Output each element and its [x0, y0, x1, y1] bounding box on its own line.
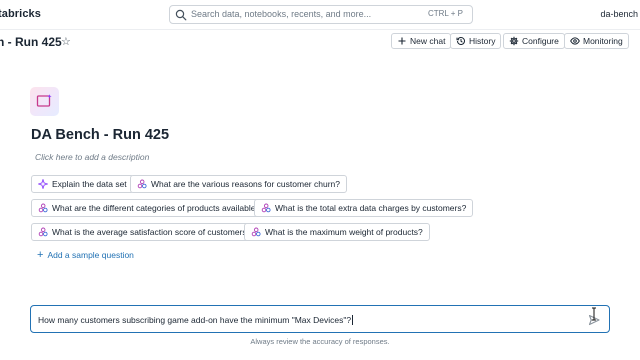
sample-question-icon: [251, 227, 261, 237]
eye-icon: [570, 37, 580, 45]
sparkle-chat-icon: [36, 94, 52, 107]
plus-icon: +: [37, 249, 44, 261]
monitoring-button[interactable]: Monitoring: [564, 33, 629, 49]
add-sample-question-label: Add a sample question: [47, 250, 134, 260]
suggestion-chip[interactable]: What are the different categories of pro…: [31, 199, 268, 217]
global-search-input[interactable]: Search data, notebooks, recents, and mor…: [169, 5, 473, 24]
sparkle-icon: [38, 179, 48, 189]
favorite-star-icon[interactable]: ☆: [61, 35, 71, 48]
description-placeholder[interactable]: Click here to add a description: [35, 152, 149, 162]
sample-question-icon: [38, 203, 48, 213]
brand-logo[interactable]: tabricks: [0, 8, 41, 20]
page-title: h - Run 425: [0, 35, 62, 49]
suggestion-label: What is the total extra data charges by …: [275, 203, 467, 213]
suggestion-chip[interactable]: What is the average satisfaction score o…: [31, 223, 259, 241]
accuracy-disclaimer: Always review the accuracy of responses.: [250, 337, 390, 346]
configure-label: Configure: [522, 36, 559, 46]
chat-input-value: How many customers subscribing game add-…: [38, 315, 354, 325]
search-icon: [175, 9, 187, 21]
suggestion-label: What are the various reasons for custome…: [151, 179, 340, 189]
genie-space-icon: [30, 87, 59, 116]
search-placeholder: Search data, notebooks, recents, and mor…: [191, 9, 372, 19]
chat-input[interactable]: How many customers subscribing game add-…: [30, 305, 610, 333]
suggestion-chip[interactable]: What is the total extra data charges by …: [254, 199, 474, 217]
chat-input-text: How many customers subscribing game add-…: [38, 315, 352, 325]
add-sample-question-link[interactable]: + Add a sample question: [37, 249, 134, 261]
suggestion-label: Explain the data set: [52, 179, 127, 189]
configure-button[interactable]: Configure: [503, 33, 565, 49]
page-header: h - Run 425 ☆ New chat History Configure…: [0, 30, 640, 56]
search-shortcut: CTRL + P: [427, 9, 463, 18]
sample-question-icon: [261, 203, 271, 213]
top-bar: tabricks Search data, notebooks, recents…: [0, 0, 640, 30]
plus-icon: [398, 37, 406, 45]
sample-question-icon: [137, 179, 147, 189]
gear-icon: [509, 36, 519, 46]
suggestion-label: What is the average satisfaction score o…: [52, 227, 252, 237]
suggestion-label: What is the maximum weight of products?: [265, 227, 423, 237]
suggestion-chip[interactable]: What is the maximum weight of products?: [244, 223, 430, 241]
workspace-user-label[interactable]: da-bench: [600, 9, 638, 19]
history-label: History: [469, 36, 496, 46]
history-icon: [456, 37, 465, 45]
new-chat-button[interactable]: New chat: [391, 33, 452, 49]
history-button[interactable]: History: [450, 33, 502, 49]
suggestion-label: What are the different categories of pro…: [52, 203, 261, 213]
suggestion-chip[interactable]: What are the various reasons for custome…: [130, 175, 347, 193]
sample-question-icon: [38, 227, 48, 237]
suggestion-chip[interactable]: Explain the data set: [31, 175, 134, 193]
mouse-ibeam-cursor-icon: [592, 307, 596, 321]
space-title: DA Bench - Run 425: [31, 127, 170, 143]
text-caret: [352, 315, 354, 325]
new-chat-label: New chat: [410, 36, 446, 46]
monitoring-label: Monitoring: [583, 36, 623, 46]
